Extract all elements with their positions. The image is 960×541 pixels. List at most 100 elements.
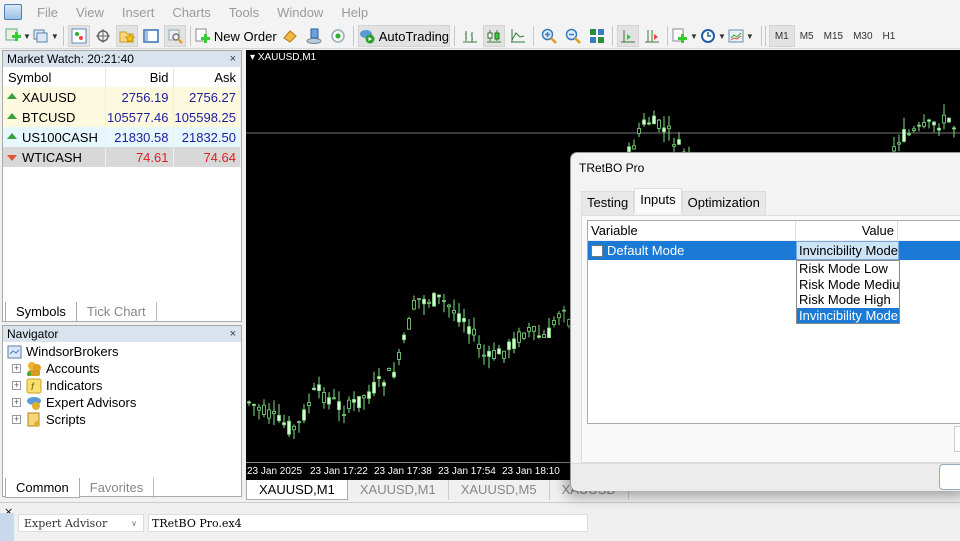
tab-favorites[interactable]: Favorites: [80, 478, 155, 498]
expand-icon[interactable]: +: [12, 364, 21, 373]
tab-common[interactable]: Common: [5, 478, 80, 498]
indicators-button[interactable]: ▼: [672, 25, 698, 47]
nav-item-label: Indicators: [46, 378, 103, 393]
periods-button[interactable]: ▼: [700, 25, 726, 47]
dialog-body: Variable Value Default Mode Invincibilit…: [581, 215, 960, 463]
chart-shift-button[interactable]: [641, 25, 663, 47]
auto-scroll-button[interactable]: [617, 25, 640, 47]
tab-inputs[interactable]: Inputs: [634, 188, 682, 213]
ok-button[interactable]: [939, 464, 960, 490]
load-button[interactable]: [954, 426, 960, 452]
candle-body: [477, 343, 481, 349]
time-label: 23 Jan 2025: [247, 466, 303, 477]
chart-tab[interactable]: XAUUSD,M1: [246, 480, 348, 500]
program-type-select[interactable]: Expert Advisor ∨: [18, 514, 144, 532]
profiles-button[interactable]: ▼: [33, 25, 59, 47]
candle-body: [662, 127, 666, 133]
time-label: 23 Jan 17:38: [374, 466, 432, 477]
option-invincibility[interactable]: Invincibility Mode: [797, 307, 899, 323]
column-ask[interactable]: Ask: [173, 67, 241, 87]
market-row-wticash[interactable]: WTICASH 74.61 74.64: [3, 147, 241, 167]
chart-tab[interactable]: XAUUSD,M1: [348, 480, 449, 500]
navigator-button[interactable]: [115, 25, 138, 47]
nav-root-label: WindsorBrokers: [26, 344, 119, 359]
strategy-tester-panel: × Expert Advisor ∨ TRetBO Pro.ex4: [0, 502, 960, 541]
tab-optimization[interactable]: Optimization: [681, 191, 766, 216]
vps-button[interactable]: [327, 25, 349, 47]
timeframe-m30[interactable]: M30: [848, 31, 877, 42]
templates-button[interactable]: ▼: [728, 25, 754, 47]
candle-body: [457, 313, 461, 323]
indicators-icon: f: [26, 378, 42, 394]
timeframe-m5[interactable]: M5: [795, 31, 819, 42]
candle-body: [897, 142, 901, 145]
crosshair-icon: [95, 28, 111, 44]
dialog-tabs: Testing Inputs Optimization: [581, 188, 766, 216]
candlestick-button[interactable]: [483, 25, 506, 47]
zoom-out-button[interactable]: [562, 25, 584, 47]
timeframe-m1[interactable]: M1: [768, 25, 795, 47]
column-value[interactable]: Value: [796, 221, 898, 240]
timeframe-m15[interactable]: M15: [819, 31, 848, 42]
expand-icon[interactable]: +: [12, 398, 21, 407]
strategy-tester-button[interactable]: [163, 25, 186, 47]
line-chart-button[interactable]: [507, 25, 529, 47]
nav-item-indicators[interactable]: + f Indicators: [3, 377, 241, 394]
nav-item-scripts[interactable]: + Scripts: [3, 411, 241, 428]
option-risk-medium[interactable]: Risk Mode Medium: [797, 277, 899, 293]
menu-tools[interactable]: Tools: [220, 5, 268, 20]
expand-icon[interactable]: +: [12, 415, 21, 424]
expert-file-select[interactable]: TRetBO Pro.ex4: [148, 514, 588, 532]
nav-root[interactable]: WindsorBrokers: [3, 343, 241, 360]
timeframe-h1[interactable]: H1: [878, 31, 901, 42]
new-order-button[interactable]: New Order: [195, 25, 277, 47]
default-mode-checkbox[interactable]: [591, 244, 603, 257]
expand-icon[interactable]: +: [12, 381, 21, 390]
signals-button[interactable]: [303, 25, 325, 47]
option-risk-high[interactable]: Risk Mode High: [797, 292, 899, 308]
tab-symbols[interactable]: Symbols: [5, 302, 77, 322]
menu-file[interactable]: File: [28, 5, 67, 20]
nav-item-accounts[interactable]: + Accounts: [3, 360, 241, 377]
menu-insert[interactable]: Insert: [113, 5, 164, 20]
chart-tab[interactable]: XAUUSD,M5: [449, 480, 550, 500]
add-indicator-icon: [672, 28, 688, 44]
metaeditor-button[interactable]: [279, 25, 301, 47]
arrow-up-icon: [7, 93, 17, 100]
column-symbol[interactable]: Symbol: [3, 67, 106, 87]
new-chart-button[interactable]: ▼: [5, 25, 31, 47]
ask-cell: 105598.25: [173, 107, 241, 127]
bar-chart-icon: [462, 28, 478, 44]
menu-window[interactable]: Window: [268, 5, 332, 20]
market-watch-button[interactable]: [67, 25, 90, 47]
scripts-icon: [26, 412, 42, 428]
close-icon[interactable]: ×: [230, 328, 241, 340]
data-window-button[interactable]: [92, 25, 114, 47]
candle-body: [327, 397, 331, 405]
nav-item-expert-advisors[interactable]: + Expert Advisors: [3, 394, 241, 411]
candle-body: [532, 326, 536, 332]
candle-body: [342, 414, 346, 416]
option-risk-low[interactable]: Risk Mode Low: [797, 261, 899, 277]
tab-tick-chart[interactable]: Tick Chart: [77, 302, 157, 322]
bar-chart-button[interactable]: [459, 25, 481, 47]
value-select[interactable]: Invincibility Mode ∨: [796, 241, 899, 260]
autotrading-button[interactable]: AutoTrading: [357, 25, 451, 47]
menu-view[interactable]: View: [67, 5, 113, 20]
menu-help[interactable]: Help: [332, 5, 377, 20]
market-row-us100cash[interactable]: US100CASH 21830.58 21832.50: [3, 127, 241, 147]
terminal-button[interactable]: [140, 25, 162, 47]
candle-body: [672, 144, 676, 147]
menu-charts[interactable]: Charts: [163, 5, 219, 20]
input-row[interactable]: Default Mode Invincibility Mode ∨: [588, 241, 960, 260]
candle-body: [262, 404, 266, 415]
close-icon[interactable]: ×: [230, 53, 241, 65]
column-variable[interactable]: Variable: [588, 221, 796, 240]
tile-windows-button[interactable]: [586, 25, 608, 47]
candle-body: [507, 341, 511, 350]
zoom-in-button[interactable]: [538, 25, 560, 47]
market-row-xauusd[interactable]: XAUUSD 2756.19 2756.27: [3, 87, 241, 107]
column-bid[interactable]: Bid: [105, 67, 174, 87]
market-row-btcusd[interactable]: BTCUSD 105577.46 105598.25: [3, 107, 241, 127]
tab-testing[interactable]: Testing: [581, 191, 635, 216]
